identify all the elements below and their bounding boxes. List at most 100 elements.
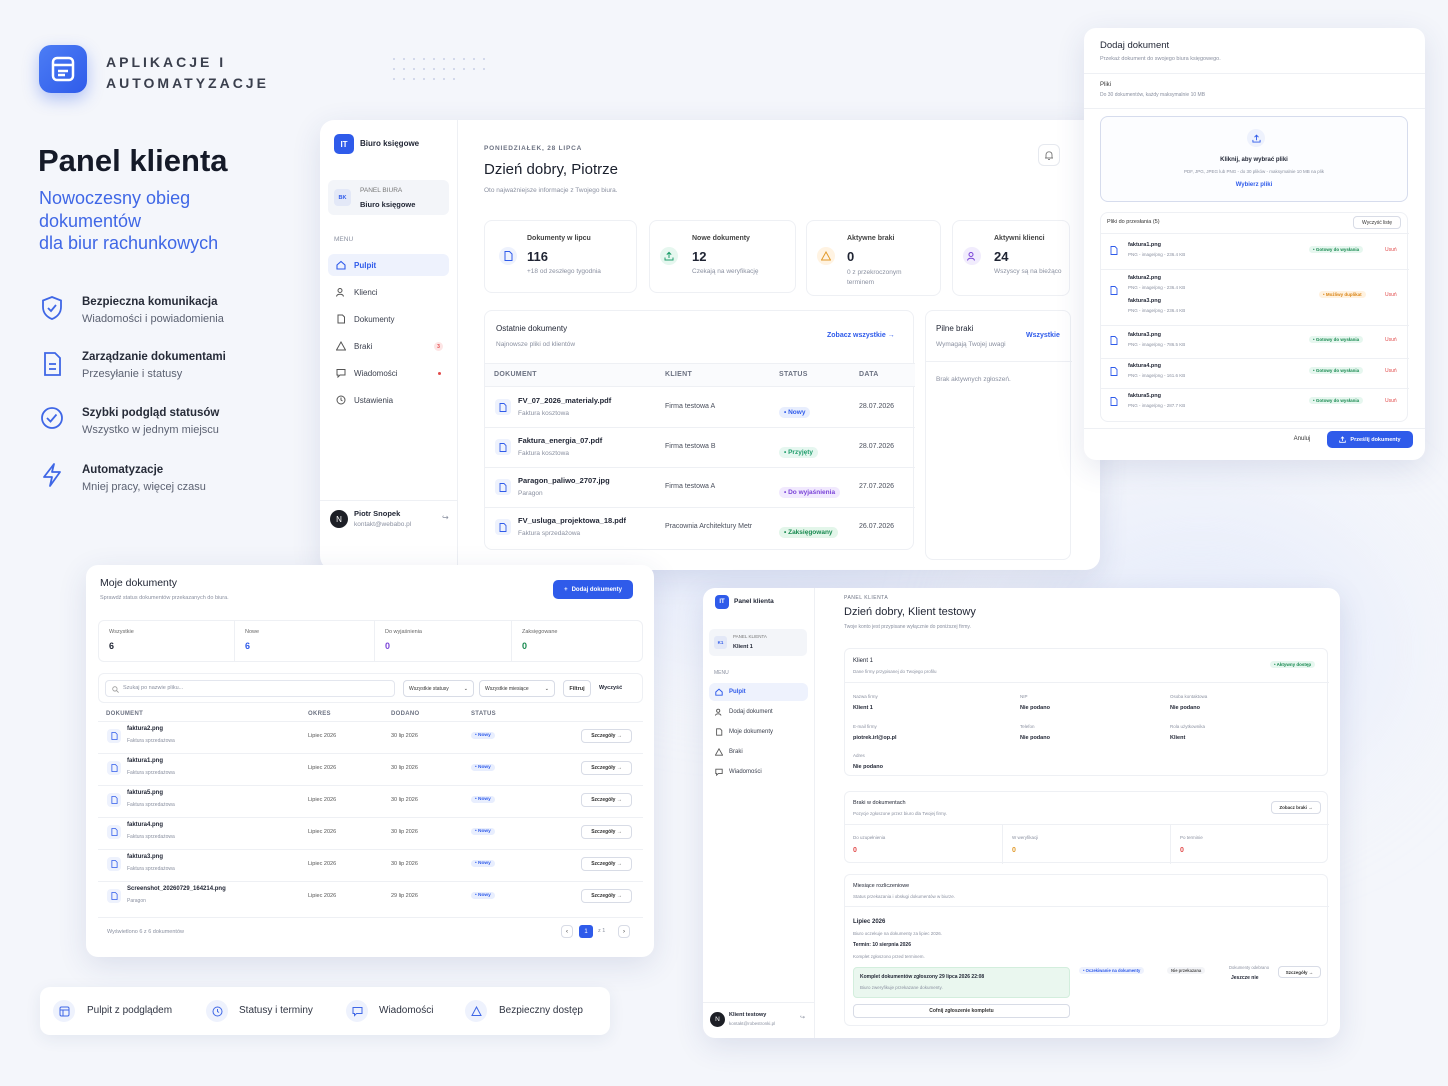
submit-documents-button[interactable]: Prześlij dokumenty	[1327, 431, 1413, 448]
remove-file-button[interactable]: Usuń	[1385, 368, 1397, 374]
doc-period: Lipiec 2026	[308, 893, 337, 899]
list-item: faktura4.png PNG - image/png - 161.6 KB …	[1101, 358, 1409, 388]
nav-ustawienia[interactable]: Ustawienia	[328, 389, 449, 411]
filter-button[interactable]: Filtruj	[563, 680, 591, 697]
doc-period: Lipiec 2026	[308, 829, 337, 835]
logout-icon[interactable]: ↪	[800, 1014, 805, 1021]
upload-icon	[1339, 436, 1347, 443]
table-row[interactable]: faktura1.png Faktura sprzedażowa Lipiec 20…	[98, 753, 643, 785]
search-input[interactable]: Szukaj po nazwie pliku...	[105, 680, 395, 697]
details-button[interactable]: Szczegóły →	[1278, 966, 1321, 978]
clock-icon	[336, 395, 346, 405]
settlement-months: Miesiące rozliczeniowe Status przekazani…	[844, 874, 1329, 1026]
hero-subtitle: Nowoczesny obieg dokumentów dla biur rachu…	[39, 188, 219, 253]
avatar: N	[330, 510, 348, 528]
details-button[interactable]: Szczegóły →	[581, 825, 632, 839]
warning-icon	[336, 341, 346, 351]
prev-page-button[interactable]: ‹	[561, 925, 573, 938]
stat-card: Nowe dokumenty 12 Czekają na weryfikację	[649, 220, 796, 293]
account-switcher[interactable]: K1 PANEL KLIENTA Klient 1	[709, 629, 807, 656]
avatar: N	[710, 1012, 725, 1027]
nav-dokumenty[interactable]: Dokumenty	[328, 308, 449, 330]
account-switcher[interactable]: BK PANEL BIURA Biuro księgowe	[328, 180, 449, 215]
nav-pulpit[interactable]: Pulpit	[709, 683, 808, 701]
page-number[interactable]: 1	[579, 925, 593, 938]
nav-wiadomosci[interactable]: Wiadomości	[709, 763, 808, 781]
status-filter-select[interactable]: Wszystkie statusy ⌄	[403, 680, 474, 697]
document-icon	[110, 828, 118, 836]
nav-klienci[interactable]: Klienci	[328, 281, 449, 303]
nav-add-document[interactable]: Dodaj dokument	[709, 703, 808, 721]
client-panel: IT Panel klienta K1 PANEL KLIENTA Klient…	[703, 588, 1340, 1038]
clear-list-button[interactable]: Wyczyść listę	[1353, 216, 1401, 229]
doc-period: Lipiec 2026	[308, 733, 337, 739]
table-row[interactable]: Faktura_energia_07.pdf Faktura kosztowa …	[485, 427, 915, 467]
table-row[interactable]: faktura3.png Faktura sprzedażowa Lipiec 20…	[98, 849, 643, 881]
filter-bar: Szukaj po nazwie pliku... Wszystkie stat…	[98, 673, 643, 703]
table-row[interactable]: Paragon_paliwo_2707.jpg Paragon Firma te…	[485, 467, 915, 507]
status-badge: • Nowy	[471, 892, 495, 899]
nav-my-documents[interactable]: Moje dokumenty	[709, 723, 808, 741]
clear-filters-button[interactable]: Wyczyść	[599, 685, 622, 691]
nav-pulpit[interactable]: Pulpit	[328, 254, 449, 276]
warning-icon	[821, 251, 831, 261]
user-email: kontakt@robestronki.pl	[729, 1021, 776, 1026]
see-all-link[interactable]: Zobacz wszystkie →	[827, 332, 895, 339]
urgent-all-link[interactable]: Wszystkie	[1026, 332, 1060, 339]
client-sidebar: IT Panel klienta K1 PANEL KLIENTA Klient…	[703, 588, 815, 1038]
shield-icon	[42, 296, 62, 320]
see-gaps-button[interactable]: Zobacz braki →	[1271, 801, 1321, 814]
user-email: kontakt@webabo.pl	[354, 521, 412, 528]
notifications-button[interactable]	[1038, 144, 1060, 166]
remove-file-button[interactable]: Usuń	[1385, 398, 1397, 404]
revert-submission-button[interactable]: Cofnij zgłoszenie kompletu	[853, 1004, 1070, 1018]
hero-title: Panel klienta	[38, 143, 228, 178]
chevron-down-icon: ⌄	[463, 685, 468, 692]
message-icon	[352, 1006, 362, 1017]
table-row[interactable]: faktura4.png Faktura sprzedażowa Lipiec 20…	[98, 817, 643, 849]
upload-icon	[664, 251, 674, 261]
details-button[interactable]: Szczegóły →	[581, 729, 632, 743]
next-page-button[interactable]: ›	[618, 925, 630, 938]
table-row[interactable]: Screenshot_20260729_164214.png Paragon Lip…	[98, 881, 643, 913]
add-documents-button[interactable]: + Dodaj dokumenty	[553, 580, 633, 599]
details-button[interactable]: Szczegóły →	[581, 889, 632, 903]
remove-file-button[interactable]: Usuń	[1385, 292, 1397, 298]
stat-card: Dokumenty w lipcu 116 +18 od zeszłego ty…	[484, 220, 637, 293]
table-row[interactable]: faktura2.png Faktura sprzedażowa Lipiec 20…	[98, 721, 643, 753]
doc-name: faktura1.png	[127, 758, 164, 764]
app-logo: IT	[715, 595, 729, 609]
choose-files-link[interactable]: Wybierz pliki	[1101, 182, 1407, 188]
remove-file-button[interactable]: Usuń	[1385, 337, 1397, 343]
details-button[interactable]: Szczegóły →	[581, 793, 632, 807]
cancel-button[interactable]: Anuluj	[1284, 431, 1320, 447]
list-item: faktura3.png PNG - image/png - 786.5 KB …	[1101, 327, 1409, 357]
logout-icon[interactable]: ↪	[442, 513, 449, 522]
recent-documents: Ostatnie dokumenty Najnowsze pliki od kl…	[484, 310, 915, 550]
search-icon	[112, 686, 119, 693]
status-badge: • Nowy	[779, 407, 811, 418]
table-row[interactable]: FV_usluga_projektowa_18.pdf Faktura sprz…	[485, 507, 915, 547]
doc-type: Faktura sprzedażowa	[127, 834, 175, 840]
document-icon	[44, 352, 61, 376]
details-button[interactable]: Szczegóły →	[581, 857, 632, 871]
doc-period: Lipiec 2026	[308, 861, 337, 867]
remove-file-button[interactable]: Usuń	[1385, 247, 1397, 253]
details-button[interactable]: Szczegóły →	[581, 761, 632, 775]
nav-wiadomosci[interactable]: Wiadomości	[328, 362, 449, 384]
month-filter-select[interactable]: Wszystkie miesiące ⌄	[479, 680, 555, 697]
document-icon	[716, 728, 723, 736]
document-icon	[499, 482, 507, 492]
urgent-panel: Pilne braki Wszystkie Wymagają Twojej uw…	[925, 310, 1072, 560]
list-item: faktura2.png PNG - image/png - 236.4 KB …	[1101, 271, 1409, 323]
status-badge: • Możliwy duplikat	[1319, 291, 1366, 298]
stat-card: Aktywni klienci 24 Wszyscy są na bieżąco	[952, 220, 1070, 296]
table-row[interactable]: FV_07_2026_materialy.pdf Faktura kosztow…	[485, 387, 915, 427]
table-row[interactable]: faktura5.png Faktura sprzedażowa Lipiec 20…	[98, 785, 643, 817]
document-icon	[110, 732, 118, 740]
nav-braki[interactable]: Braki 3	[328, 335, 449, 357]
nav-braki[interactable]: Braki	[709, 743, 808, 761]
message-icon	[336, 369, 346, 378]
dropzone[interactable]: Kliknij, aby wybrać pliki PDF, JPG, JPEG…	[1100, 116, 1408, 202]
doc-type: Faktura sprzedażowa	[127, 866, 175, 872]
